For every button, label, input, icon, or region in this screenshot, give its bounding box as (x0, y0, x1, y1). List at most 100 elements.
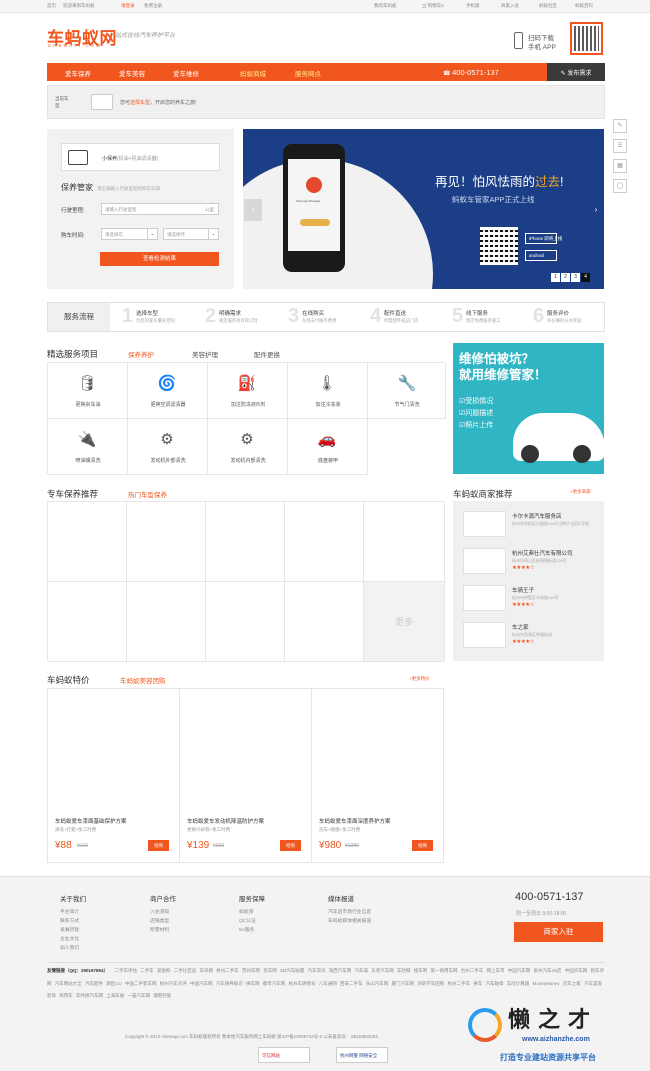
deal-card[interactable]: 车蚂蚁爱车发动机降温防护方案 更换冷却液+免工时费 ¥139 ¥320 抢购 (180, 689, 312, 862)
footer-link[interactable]: 店铺类型 (150, 917, 169, 924)
nav-mall[interactable]: 蚂蚁商城 (240, 68, 266, 78)
next-slide-button[interactable]: › (587, 199, 605, 221)
car-placeholder-icon (91, 94, 113, 110)
mileage-input[interactable]: 请输入行驶里程 公里 (101, 203, 219, 215)
tab-maintenance-care[interactable]: 保养养护 (128, 349, 154, 359)
footer-link[interactable]: 发展历程 (60, 926, 79, 933)
list-icon[interactable]: ☰ (613, 139, 627, 153)
month-select[interactable]: 请选择月 ⌄ (163, 228, 219, 240)
community-link[interactable]: 蚂蚁社区 (539, 3, 557, 9)
police-badge[interactable]: 杭州网警 网络安全 (336, 1047, 388, 1063)
footer-link[interactable]: 5A服务 (239, 926, 254, 933)
flow-label: 服务流程 (48, 303, 110, 331)
qr-icon[interactable]: ▦ (613, 159, 627, 173)
nav-service-points[interactable]: 服务网点 (295, 68, 321, 78)
trusted-site-badge[interactable]: 可信网站 (258, 1047, 310, 1063)
service-item[interactable]: 🛢 更换刹车油 (48, 363, 128, 419)
buy-button[interactable]: 抢购 (148, 840, 169, 851)
wiki-link[interactable]: 蚂蚁百科 (575, 3, 593, 9)
nav-repair[interactable]: 爱车维修 (173, 68, 199, 78)
merchant-item[interactable]: 车之家 杭州市西湖区转塘街道 ★★★★☆ (463, 622, 601, 652)
footer-link[interactable]: 所需材料 (150, 926, 169, 933)
service-item[interactable]: 🔧 节气门清洗 (368, 363, 446, 419)
footer-link[interactable]: 平台简介 (60, 908, 79, 915)
footer-link[interactable]: 入驻须知 (150, 908, 169, 915)
car-illustration (513, 413, 604, 463)
antifreeze-icon: ⛽ (237, 375, 257, 392)
footer-link[interactable]: 汽车后市场行业信息 (328, 908, 371, 915)
tab-parts-replace[interactable]: 配件更换 (254, 349, 280, 359)
recommend-card[interactable] (206, 582, 285, 662)
banner-subline: 蚂蚁车管家APP正式上线 (452, 195, 535, 204)
feedback-icon[interactable]: ✎ (613, 119, 627, 133)
mobile-link[interactable]: 手机版 (466, 3, 480, 9)
year-select[interactable]: 请选择年 ⌄ (101, 228, 158, 240)
more-merchants-link[interactable]: +更多商家 (570, 489, 591, 495)
promo-banner[interactable]: Chemayi Manager 再见！怕风怯雨的过去! 蚂蚁车管家APP正式上线… (243, 129, 604, 289)
footer-link[interactable]: QC认证 (239, 917, 256, 924)
publish-demand-button[interactable]: ✎ 发布需求 (547, 63, 605, 81)
home-link[interactable]: 首页 (47, 3, 56, 9)
nav-maintenance[interactable]: 爱车保养 (65, 68, 91, 78)
buy-button[interactable]: 抢购 (412, 840, 433, 851)
login-link[interactable]: 请登录 (121, 3, 135, 9)
check-result-button[interactable]: 查看检测结果 (100, 252, 219, 266)
nav-beauty[interactable]: 爱车美容 (119, 68, 145, 78)
service-item[interactable]: 🌡 加注冷冻液 (288, 363, 368, 419)
recommend-card[interactable] (206, 502, 285, 582)
android-store-button[interactable]: android (525, 250, 557, 261)
slide-dot[interactable]: 1 (551, 273, 560, 282)
ios-store-button[interactable]: iPhone 即将上线 (525, 233, 562, 244)
register-link[interactable]: 免费注册 (144, 3, 162, 9)
flow-step: 5 线下服务 到店免费服务施工 (452, 305, 501, 327)
more-button[interactable]: 更多 (364, 582, 445, 662)
qq-icon[interactable]: ◯ (613, 179, 627, 193)
package-selector[interactable]: 小保养(机油+机油滤清器) (61, 143, 220, 171)
tab-group-buy[interactable]: 车蚂蚁美容团购 (120, 675, 166, 685)
slide-dot[interactable]: 4 (581, 273, 590, 282)
recommend-card[interactable] (48, 502, 127, 582)
recommend-card[interactable] (285, 582, 364, 662)
tab-beauty-care[interactable]: 美容护理 (192, 349, 218, 359)
rating-stars: ★★★★☆ (512, 639, 535, 645)
select-car-link[interactable]: 选择车型 (130, 100, 150, 106)
deal-card[interactable]: 车蚂蚁爱车漆面基础保护方案 清洗+打蜡+免工时费 ¥88 ¥120 抢购 (48, 689, 180, 862)
service-item[interactable]: ⛽ 加注防冻液/5剂 (208, 363, 288, 419)
footer-link[interactable]: 车蚂蚁媒体相关报道 (328, 917, 371, 924)
recommend-card[interactable] (285, 502, 364, 582)
service-hours: 周一至周日 9:00-18:00 (516, 911, 567, 917)
service-item[interactable]: ⚙ 发动机外部清洗 (128, 419, 208, 475)
service-item[interactable]: ⚙ 发动机内部清洗 (208, 419, 288, 475)
buy-button[interactable]: 抢购 (280, 840, 301, 851)
deal-card[interactable]: 车蚂蚁爱车漆面深度养护方案 洗车+镀膜+免工时费 ¥980 ¥1280 抢购 (312, 689, 443, 862)
cart-link[interactable]: 🛒购物车0 (422, 3, 444, 9)
footer-link[interactable]: 蚂蚁保 (239, 908, 253, 915)
footer-link[interactable]: 加入我们 (60, 944, 79, 951)
recommend-card[interactable] (48, 582, 127, 662)
slide-dot[interactable]: 2 (561, 273, 570, 282)
services-title: 精选服务项目 (47, 349, 99, 359)
repair-manager-ad[interactable]: 维修怕被坑？就用维修管家！ 受损情况 问题描述 照片上传 (453, 343, 604, 474)
merchant-join-button[interactable]: 商家入驻 (514, 922, 603, 942)
footer-link[interactable]: 企业文化 (60, 935, 79, 942)
service-item[interactable]: 🔌 喷油嘴清洗 (48, 419, 128, 475)
more-deals-link[interactable]: +更多特价 (409, 676, 430, 682)
prev-slide-button[interactable]: ‹ (244, 199, 262, 221)
merchant-join-link[interactable]: 商家入驻 (501, 3, 519, 9)
deal-price: ¥139 (187, 840, 210, 851)
footer-hotline: 400-0571-137 (515, 891, 584, 903)
service-flow: 服务流程 1 选择车型 为您的爱车量身定制 2 明确需求 确定服务项目和订时 3 在线购买… (47, 302, 605, 332)
recommend-card[interactable] (127, 502, 206, 582)
service-item[interactable]: 🚗 底盘装甲 (288, 419, 368, 475)
merchant-item[interactable]: 杭州艾弗仕汽车有限公司 杭州市萧山区新塘镇街道138号 ★★★★☆ (463, 548, 601, 578)
slide-dot[interactable]: 3 (571, 273, 580, 282)
service-item[interactable]: 🌀 更换空调滤清器 (128, 363, 208, 419)
recommend-card[interactable] (364, 502, 445, 582)
my-account-link[interactable]: 我的车蚂蚁 (374, 3, 397, 9)
tab-hot-models[interactable]: 热门车型保养 (128, 489, 167, 499)
deal-old-price: ¥1280 (345, 843, 359, 849)
merchant-item[interactable]: 车骑王子 杭州市拱墅区东新路169号 ★★★★☆ (463, 585, 601, 615)
merchant-item[interactable]: 卡尔卡源汽车服务店 杭州市余杭区兴盛路158号河畔产业园1号楼 (463, 511, 601, 541)
footer-link[interactable]: 联系方式 (60, 917, 79, 924)
recommend-card[interactable] (127, 582, 206, 662)
